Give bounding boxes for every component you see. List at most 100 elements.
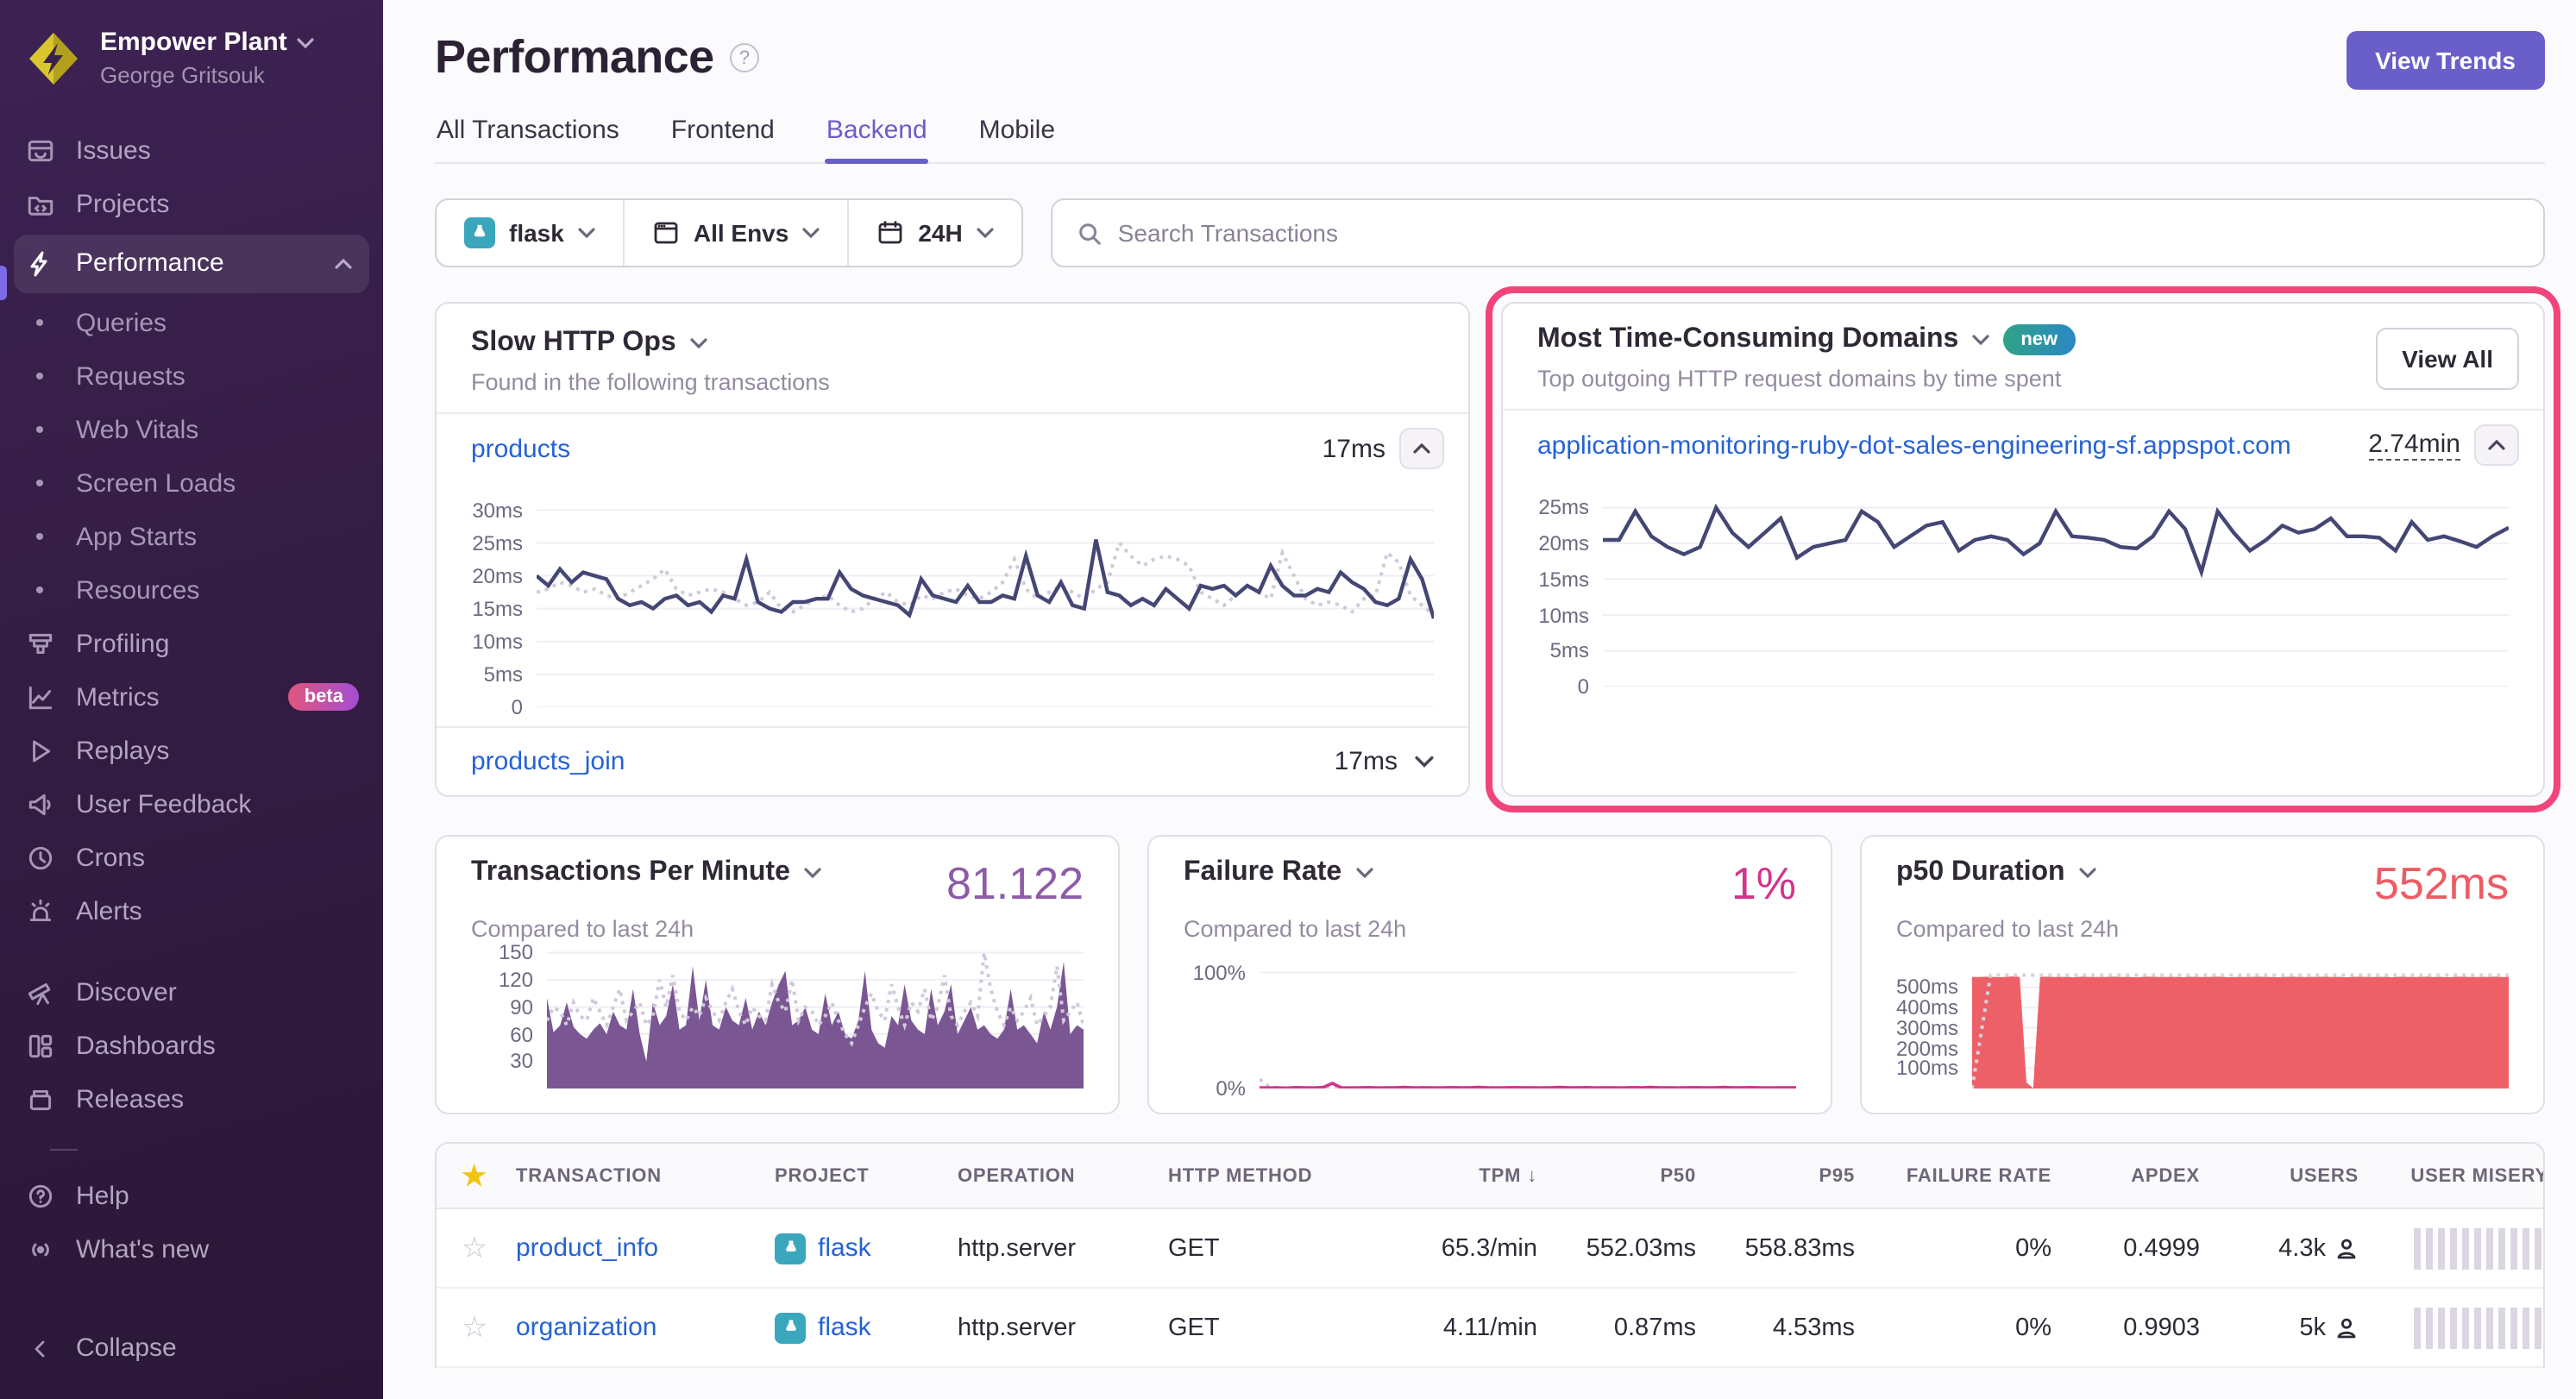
transaction-link[interactable]: products	[471, 434, 570, 463]
tpm-cell: 65.3/min	[1375, 1234, 1548, 1262]
tab-frontend[interactable]: Frontend	[669, 116, 776, 162]
sidebar-item-requests[interactable]: • Requests	[0, 349, 383, 403]
transaction-link[interactable]: products_join	[471, 747, 625, 776]
view-all-button[interactable]: View All	[2376, 327, 2519, 389]
sidebar-item-user-feedback[interactable]: User Feedback	[0, 777, 383, 831]
sidebar-collapse-button[interactable]: Collapse	[0, 1321, 383, 1375]
user-misery-bars	[2414, 1227, 2545, 1269]
sidebar-item-help[interactable]: Help	[0, 1169, 383, 1222]
collapse-row-button[interactable]	[1399, 428, 1444, 469]
apdex-cell: 0.4999	[2062, 1234, 2210, 1262]
bullet-icon: •	[24, 415, 55, 444]
sidebar-item-discover[interactable]: Discover	[0, 965, 383, 1019]
panel-title: Slow HTTP Ops	[471, 328, 676, 359]
sidebar-item-resources[interactable]: • Resources	[0, 563, 383, 617]
sidebar-item-web-vitals[interactable]: • Web Vitals	[0, 403, 383, 456]
tpm-cell: 4.11/min	[1375, 1314, 1548, 1341]
tab-backend[interactable]: Backend	[825, 116, 929, 162]
date-range-filter[interactable]: 24H	[847, 200, 1021, 266]
sidebar-item-crons[interactable]: Crons	[0, 831, 383, 884]
time-consuming-domains-panel: Most Time-Consuming Domains new Top outg…	[1501, 302, 2545, 797]
col-operation[interactable]: OPERATION	[954, 1165, 1165, 1186]
project-filter[interactable]: flask	[437, 200, 623, 266]
tab-mobile[interactable]: Mobile	[977, 116, 1057, 162]
sidebar-item-performance[interactable]: Performance	[14, 234, 369, 292]
tpm-title-row[interactable]: Transactions Per Minute	[471, 857, 821, 888]
environment-filter[interactable]: All Envs	[623, 200, 848, 266]
col-users[interactable]: USERS	[2210, 1165, 2369, 1186]
sidebar-item-label: Screen Loads	[76, 468, 236, 498]
metric-title: p50 Duration	[1896, 857, 2065, 888]
operation-value: http.server	[954, 1314, 1165, 1341]
operation-value: http.server	[954, 1234, 1165, 1262]
sidebar-item-profiling[interactable]: Profiling	[0, 617, 383, 670]
sidebar-item-label: Replays	[76, 736, 169, 765]
chevron-down-icon	[1355, 868, 1373, 878]
sidebar-item-screen-loads[interactable]: • Screen Loads	[0, 456, 383, 510]
col-p95[interactable]: P95	[1706, 1165, 1865, 1186]
sidebar-item-app-starts[interactable]: • App Starts	[0, 510, 383, 563]
sidebar-item-projects[interactable]: Projects	[0, 177, 383, 230]
help-circle-icon[interactable]: ?	[730, 43, 759, 72]
sidebar-item-metrics[interactable]: Metrics beta	[0, 670, 383, 724]
project-filter-value: flask	[509, 219, 564, 247]
beta-badge: beta	[289, 683, 359, 711]
p95-cell: 558.83ms	[1706, 1234, 1865, 1262]
help-icon	[24, 1181, 55, 1210]
sidebar-item-queries[interactable]: • Queries	[0, 296, 383, 349]
play-icon	[24, 736, 55, 765]
col-failure-rate[interactable]: FAILURE RATE	[1865, 1165, 2062, 1186]
domain-link[interactable]: application-monitoring-ruby-dot-sales-en…	[1537, 430, 2291, 460]
transactions-table: ★ TRANSACTION PROJECT OPERATION HTTP MET…	[435, 1142, 2545, 1368]
col-user-misery[interactable]: USER MISERY	[2369, 1165, 2545, 1186]
project-link[interactable]: flask	[818, 1233, 871, 1263]
star-outline-icon[interactable]: ☆	[437, 1310, 512, 1345]
sidebar-item-label: User Feedback	[76, 789, 251, 819]
star-filled-icon[interactable]: ★	[437, 1158, 512, 1193]
telescope-icon	[24, 977, 55, 1007]
col-tpm[interactable]: TPM ↓	[1375, 1165, 1548, 1186]
row-duration: 2.74min	[2368, 430, 2460, 461]
new-badge: new	[2003, 324, 2075, 355]
transaction-link[interactable]: product_info	[516, 1233, 658, 1263]
col-http-method[interactable]: HTTP METHOD	[1165, 1165, 1375, 1186]
domains-title-row[interactable]: Most Time-Consuming Domains new	[1537, 324, 2075, 355]
sidebar-item-label: Dashboards	[76, 1031, 216, 1060]
window-icon	[652, 219, 680, 247]
table-header: ★ TRANSACTION PROJECT OPERATION HTTP MET…	[437, 1144, 2543, 1209]
sidebar-item-replays[interactable]: Replays	[0, 724, 383, 777]
col-p50[interactable]: P50	[1548, 1165, 1706, 1186]
sidebar-item-whats-new[interactable]: What's new	[0, 1222, 383, 1276]
expand-row-button[interactable]	[1398, 756, 1434, 768]
slow-http-ops-title-row[interactable]: Slow HTTP Ops	[471, 328, 1434, 359]
sidebar-item-issues[interactable]: Issues	[0, 123, 383, 177]
col-transaction[interactable]: TRANSACTION	[512, 1165, 771, 1186]
sidebar-item-label: Web Vitals	[76, 415, 198, 444]
sidebar-item-label: Collapse	[76, 1333, 177, 1363]
failure-rate-title-row[interactable]: Failure Rate	[1184, 857, 1373, 888]
project-link[interactable]: flask	[818, 1313, 871, 1342]
collapse-row-button[interactable]	[2474, 424, 2519, 466]
metric-title: Transactions Per Minute	[471, 857, 790, 888]
sidebar-item-label: Requests	[76, 361, 185, 391]
tpm-card: Transactions Per Minute 81.122 Compared …	[435, 835, 1120, 1114]
org-switcher[interactable]: Empower Plant George Gritsouk	[0, 28, 383, 89]
p50-cell: 0.87ms	[1548, 1314, 1706, 1341]
col-apdex[interactable]: APDEX	[2062, 1165, 2210, 1186]
sidebar-item-releases[interactable]: Releases	[0, 1072, 383, 1126]
search-input[interactable]	[1118, 219, 2519, 247]
archive-icon	[24, 1084, 55, 1114]
p50-title-row[interactable]: p50 Duration	[1896, 857, 2096, 888]
sidebar-item-label: Projects	[76, 189, 169, 218]
col-project[interactable]: PROJECT	[771, 1165, 954, 1186]
sidebar-item-label: Help	[76, 1181, 129, 1210]
flask-project-icon	[775, 1312, 806, 1343]
tab-all-transactions[interactable]: All Transactions	[435, 116, 621, 162]
sidebar-item-alerts[interactable]: Alerts	[0, 884, 383, 938]
p50-duration-card: p50 Duration 552ms Compared to last 24h …	[1860, 835, 2545, 1114]
sidebar-item-dashboards[interactable]: Dashboards	[0, 1019, 383, 1072]
bullet-icon: •	[24, 308, 55, 337]
transaction-link[interactable]: organization	[516, 1313, 657, 1342]
view-trends-button[interactable]: View Trends	[2346, 31, 2545, 90]
star-outline-icon[interactable]: ☆	[437, 1231, 512, 1265]
